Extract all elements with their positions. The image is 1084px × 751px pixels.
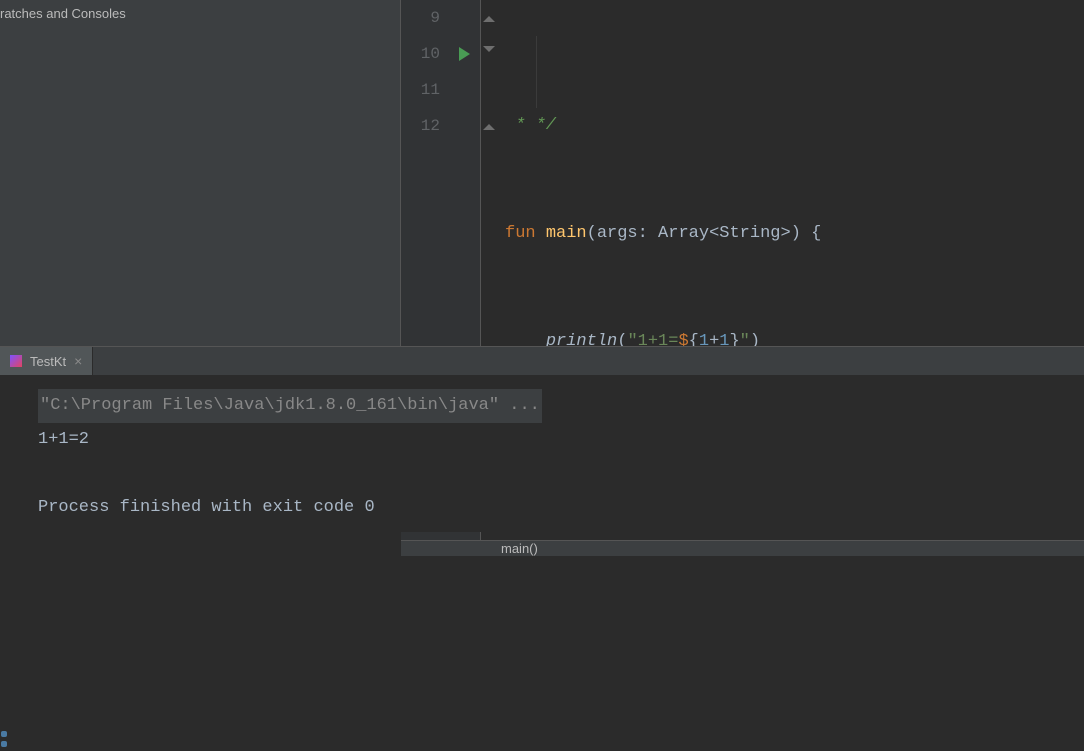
console-line: 1+1=2: [38, 423, 1084, 457]
run-tab[interactable]: TestKt ×: [0, 347, 93, 375]
run-tab-label: TestKt: [30, 354, 66, 369]
run-tab-bar: TestKt ×: [0, 347, 1084, 375]
fold-start-icon[interactable]: [483, 46, 495, 56]
code-comment: * */: [505, 116, 556, 135]
console-output[interactable]: "C:\Program Files\Java\jdk1.8.0_161\bin\…: [0, 375, 1084, 525]
fn-name: main: [546, 224, 587, 243]
run-gutter-icon[interactable]: [459, 47, 470, 61]
breadcrumb-bar[interactable]: main(): [401, 540, 1084, 556]
kw-fun: fun: [505, 224, 536, 243]
line-number: 10: [421, 45, 440, 63]
line-number: 11: [421, 81, 440, 99]
indent-guide: [536, 36, 537, 108]
project-sidebar[interactable]: ratches and Consoles: [0, 0, 400, 346]
fold-end-icon[interactable]: [483, 12, 495, 22]
close-icon[interactable]: ×: [74, 353, 82, 369]
scratches-node[interactable]: ratches and Consoles: [0, 6, 126, 21]
kotlin-icon: [10, 355, 22, 367]
editor-pane: 9 10 11 12 * */ fun main(args: Array<Str…: [400, 0, 1084, 346]
run-side-toolbar[interactable]: [0, 727, 8, 751]
line-number: 12: [421, 117, 440, 135]
toolbar-icon[interactable]: [1, 741, 7, 747]
line-number: 9: [430, 9, 440, 27]
run-tool-window: TestKt × "C:\Program Files\Java\jdk1.8.0…: [0, 346, 1084, 532]
breadcrumb-item[interactable]: main(): [501, 541, 538, 556]
fold-end-icon[interactable]: [483, 120, 495, 130]
console-exit-line: Process finished with exit code 0: [38, 491, 1084, 525]
console-command: "C:\Program Files\Java\jdk1.8.0_161\bin\…: [38, 389, 542, 423]
toolbar-icon[interactable]: [1, 731, 7, 737]
